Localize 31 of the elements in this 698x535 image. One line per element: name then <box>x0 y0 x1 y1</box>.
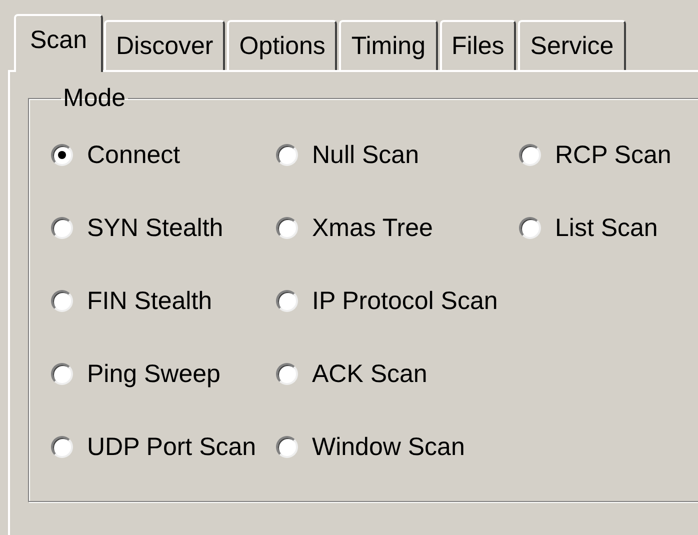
radio-button[interactable] <box>51 144 73 166</box>
radio-button[interactable] <box>51 290 73 312</box>
radio-option[interactable]: List Scan <box>519 208 698 248</box>
radio-option[interactable]: RCP Scan <box>519 135 698 175</box>
radio-option[interactable]: SYN Stealth <box>51 208 276 248</box>
tab[interactable]: Files <box>440 20 516 70</box>
tab[interactable]: Scan <box>14 14 103 72</box>
radio-option[interactable]: Xmas Tree <box>276 208 519 248</box>
radio-option[interactable]: FIN Stealth <box>51 281 276 321</box>
radio-option[interactable]: ACK Scan <box>276 354 519 394</box>
radio-option[interactable]: IP Protocol Scan <box>276 281 519 321</box>
radio-button[interactable] <box>51 436 73 458</box>
tab[interactable]: Options <box>227 20 338 70</box>
radio-button[interactable] <box>51 363 73 385</box>
tab[interactable]: Discover <box>104 20 226 70</box>
radio-option[interactable]: UDP Port Scan <box>51 427 276 467</box>
radio-button[interactable] <box>276 144 298 166</box>
radio-button[interactable] <box>276 217 298 239</box>
radio-button[interactable] <box>276 363 298 385</box>
radio-button[interactable] <box>276 290 298 312</box>
radio-option[interactable]: Connect <box>51 135 276 175</box>
radio-button[interactable] <box>51 217 73 239</box>
radio-option[interactable]: Null Scan <box>276 135 519 175</box>
tab[interactable]: Service <box>518 20 626 70</box>
radio-option[interactable]: Window Scan <box>276 427 519 467</box>
tab[interactable]: Timing <box>339 20 438 70</box>
radio-button[interactable] <box>276 436 298 458</box>
radio-button[interactable] <box>519 144 541 166</box>
radio-button[interactable] <box>519 217 541 239</box>
radio-option[interactable]: Ping Sweep <box>51 354 276 394</box>
group-title: Mode <box>62 84 127 113</box>
